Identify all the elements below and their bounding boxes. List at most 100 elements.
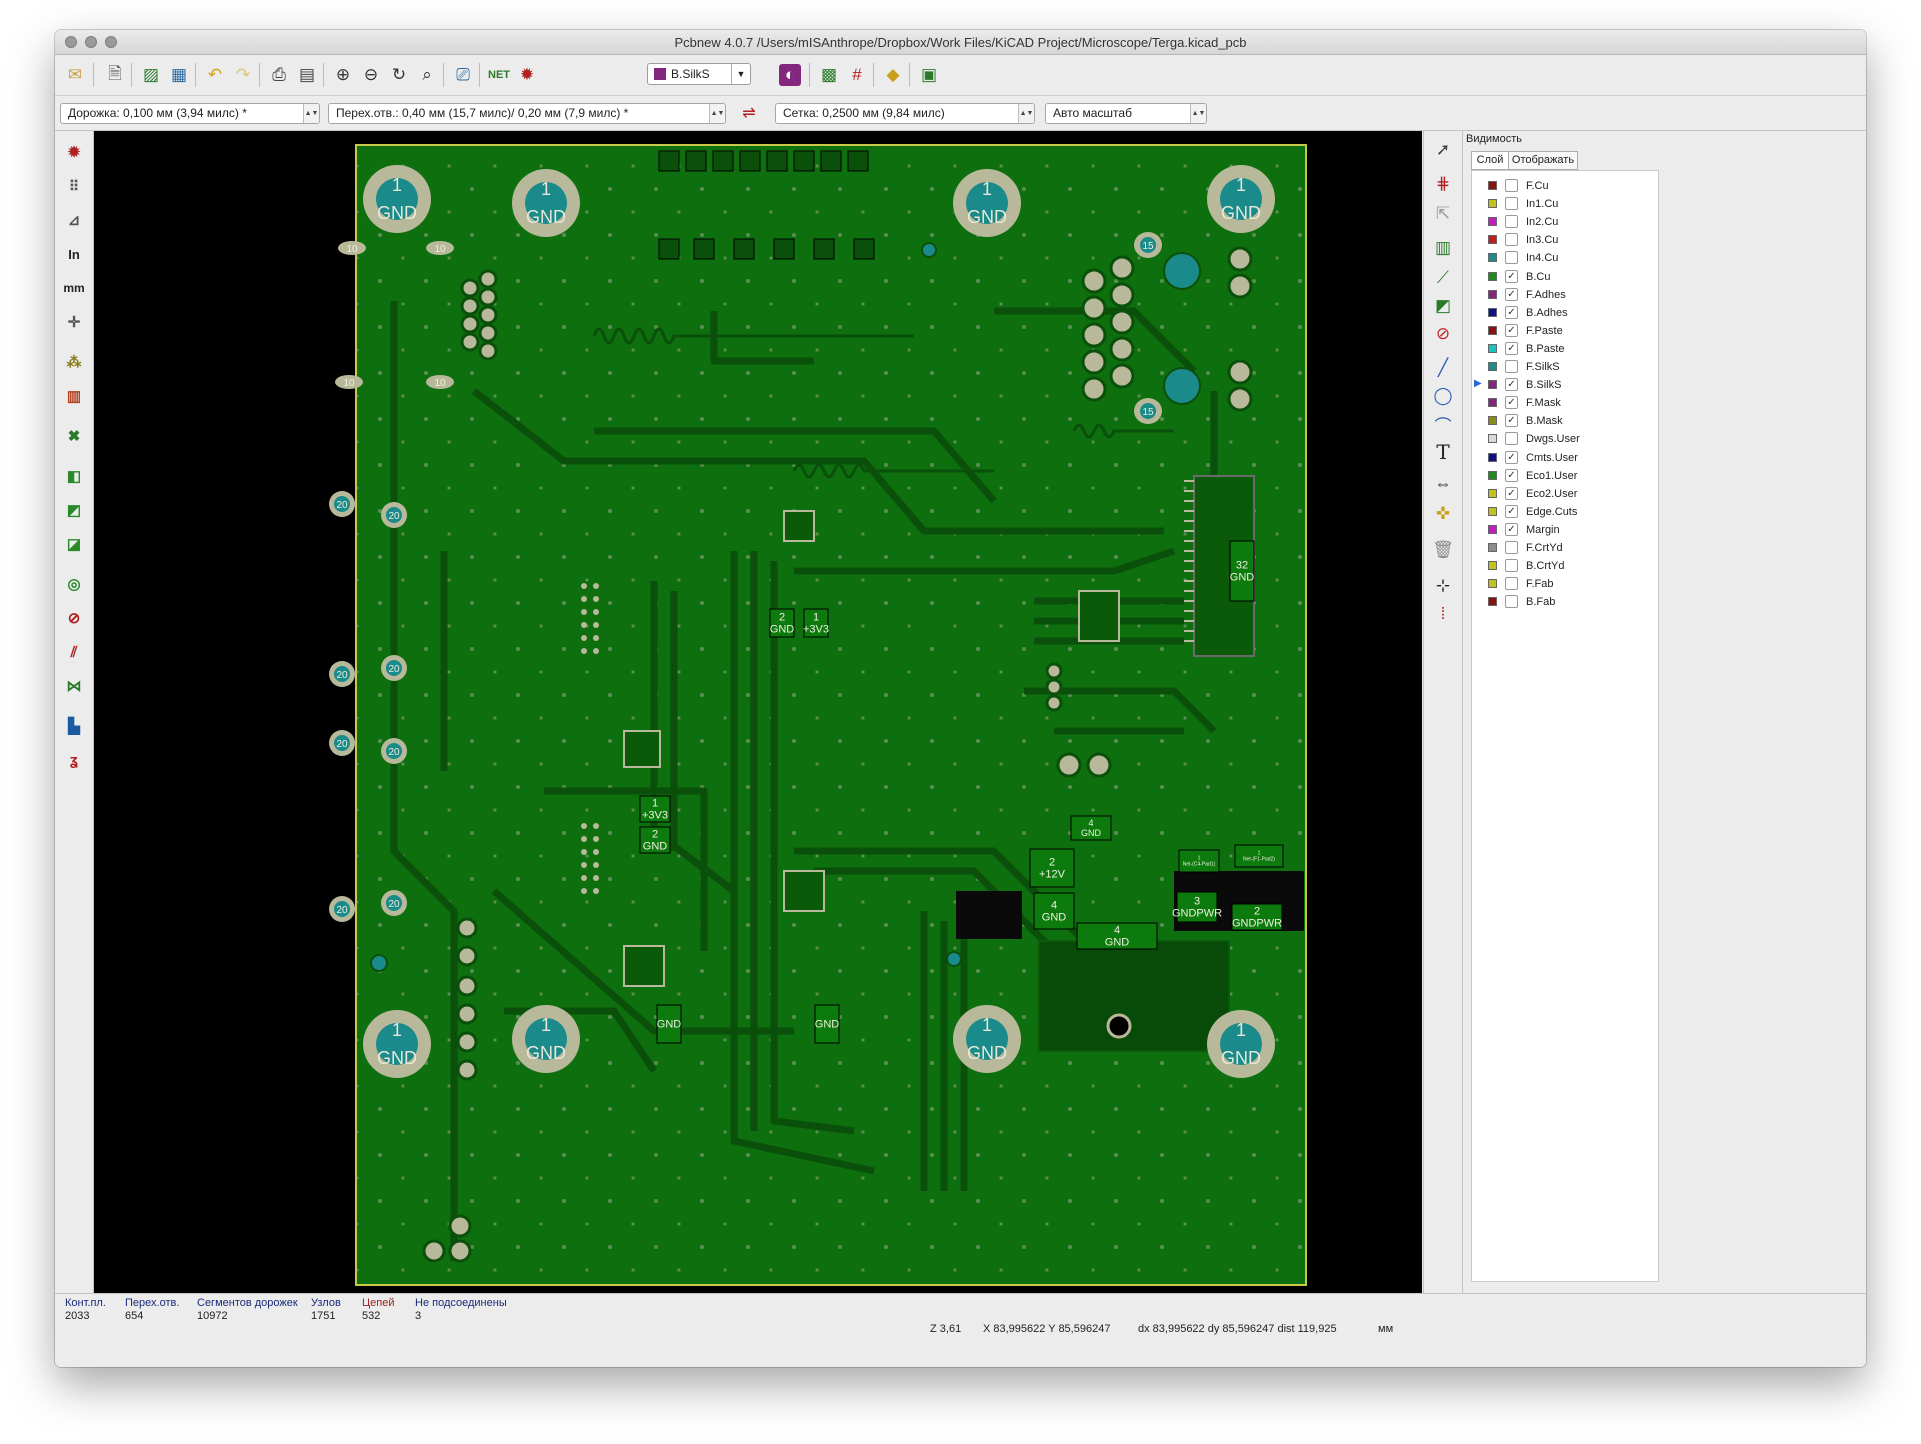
footprint-editor-icon[interactable]: ▩	[815, 61, 843, 89]
layer-color-swatch[interactable]	[1488, 416, 1497, 426]
layer-row[interactable]: In2.Cu	[1472, 213, 1658, 231]
layer-row[interactable]: F.Fab	[1472, 575, 1658, 593]
select-arrow-icon[interactable]: ➚	[1430, 137, 1456, 163]
grid-toggle-icon[interactable]: ⠿	[61, 173, 87, 199]
layer-color-swatch[interactable]	[1488, 289, 1497, 299]
layer-color-swatch[interactable]	[1488, 362, 1497, 371]
zone-sketch-icon[interactable]: ◪	[61, 531, 87, 557]
add-zone-icon[interactable]: ◩	[1430, 293, 1456, 319]
grid-origin-icon[interactable]: ⁞	[1430, 601, 1456, 627]
layer-visibility-checkbox[interactable]: ✓	[1505, 269, 1518, 283]
layer-visibility-checkbox[interactable]	[1505, 595, 1518, 609]
layer-color-swatch[interactable]	[1488, 452, 1497, 462]
layer-color-swatch[interactable]	[1488, 253, 1497, 263]
add-dimension-icon[interactable]: ⇔	[1430, 471, 1456, 497]
via-size-select[interactable]: Перех.отв.: 0,40 мм (15,7 милс)/ 0,20 мм…	[328, 103, 726, 124]
layer-row[interactable]: ▶ ✓ B.SilkS	[1472, 376, 1658, 394]
layer-visibility-checkbox[interactable]	[1505, 233, 1518, 247]
tab-layers[interactable]: Слой	[1471, 151, 1509, 170]
layer-row[interactable]: F.CrtYd	[1472, 539, 1658, 557]
board-setup-icon[interactable]: ✉	[61, 61, 89, 89]
layer-color-swatch[interactable]	[1488, 434, 1497, 444]
print-icon[interactable]: ⎙	[265, 61, 293, 89]
zone-fill-icon[interactable]: ◧	[61, 463, 87, 489]
track-width-select[interactable]: Дорожка: 0,100 мм (3,94 милс) * ▲▼	[60, 103, 320, 124]
add-footprint-icon[interactable]: ▥	[1430, 235, 1456, 261]
layer-visibility-checkbox[interactable]: ✓	[1505, 486, 1518, 500]
layer-visibility-checkbox[interactable]: ✓	[1505, 414, 1518, 428]
drc-off-icon[interactable]: ✹	[61, 139, 87, 165]
add-circle-icon[interactable]: ◯	[1430, 383, 1456, 409]
layer-row[interactable]: ✓ Eco1.User	[1472, 467, 1658, 485]
layer-row[interactable]: F.Cu	[1472, 177, 1658, 195]
local-ratsnest-icon[interactable]: ⇱	[1430, 201, 1456, 227]
layer-row[interactable]: In4.Cu	[1472, 249, 1658, 267]
layer-color-swatch[interactable]	[1488, 506, 1497, 516]
layer-row[interactable]: F.SilkS	[1472, 358, 1658, 376]
drc-icon[interactable]: ✹	[513, 61, 541, 89]
zoom-in-icon[interactable]: ⊕	[329, 61, 357, 89]
layer-color-swatch[interactable]	[1488, 235, 1497, 245]
layer-row[interactable]: B.CrtYd	[1472, 557, 1658, 575]
grid-select[interactable]: Сетка: 0,2500 мм (9,84 милс) ▲▼	[775, 103, 1035, 124]
layers-manager-icon[interactable]: ▙	[61, 713, 87, 739]
layer-color-swatch[interactable]	[1488, 597, 1497, 607]
layer-color-swatch[interactable]	[1488, 325, 1497, 335]
layer-visibility-checkbox[interactable]	[1505, 577, 1518, 591]
layer-color-swatch[interactable]	[1488, 181, 1497, 190]
layer-visibility-checkbox[interactable]	[1505, 559, 1518, 573]
layer-row[interactable]: B.Fab	[1472, 593, 1658, 611]
set-origin-icon[interactable]: ⊹	[1430, 573, 1456, 599]
show-ratsnest-icon[interactable]: ⁂	[61, 349, 87, 375]
layer-row[interactable]: ✓ Edge.Cuts	[1472, 503, 1658, 521]
layer-visibility-checkbox[interactable]: ✓	[1505, 341, 1518, 355]
layer-row[interactable]: ✓ B.Paste	[1472, 340, 1658, 358]
layer-color-swatch[interactable]	[1488, 579, 1497, 589]
layer-color-swatch[interactable]	[1488, 380, 1497, 390]
layer-visibility-checkbox[interactable]: ✓	[1505, 323, 1518, 337]
layer-row[interactable]: ✓ B.Adhes	[1472, 304, 1658, 322]
add-arc-icon[interactable]: ⌒	[1430, 411, 1456, 437]
layer-color-swatch[interactable]	[1488, 543, 1497, 552]
layer-visibility-checkbox[interactable]: ✓	[1505, 504, 1518, 518]
layer-visibility-checkbox[interactable]: ✓	[1505, 305, 1518, 319]
layer-visibility-checkbox[interactable]	[1505, 541, 1518, 554]
layer-row[interactable]: ✓ Eco2.User	[1472, 485, 1658, 503]
scripting-console-icon[interactable]: ▣	[915, 61, 943, 89]
layer-visibility-checkbox[interactable]: ✓	[1505, 378, 1518, 392]
module-ratsnest-icon[interactable]: ▥	[61, 383, 87, 409]
add-keepout-icon[interactable]: ⊘	[1430, 321, 1456, 347]
layer-color-swatch[interactable]	[1488, 271, 1497, 281]
layer-pair-icon[interactable]: ◐	[779, 64, 801, 86]
layer-color-swatch[interactable]	[1488, 217, 1497, 227]
route-icon[interactable]: ◆	[879, 61, 907, 89]
layer-color-swatch[interactable]	[1488, 470, 1497, 480]
tab-render[interactable]: Отображать	[1508, 151, 1578, 170]
layer-row[interactable]: ✓ B.Cu	[1472, 268, 1658, 286]
layer-color-swatch[interactable]	[1488, 398, 1497, 408]
layer-row[interactable]: Dwgs.User	[1472, 430, 1658, 448]
page-settings-icon[interactable]: 🗎	[101, 61, 129, 89]
layer-visibility-checkbox[interactable]	[1505, 215, 1518, 229]
autoplace-icon[interactable]: #	[843, 61, 871, 89]
layer-visibility-checkbox[interactable]: ✓	[1505, 287, 1518, 301]
layer-visibility-checkbox[interactable]	[1505, 179, 1518, 192]
layer-color-swatch[interactable]	[1488, 343, 1497, 353]
via-sketch-icon[interactable]: ⊘	[61, 605, 87, 631]
delete-icon[interactable]: 🗑	[1430, 537, 1456, 563]
undo-icon[interactable]: ↶	[201, 61, 229, 89]
microwave-toolbar-icon[interactable]: ʓ	[61, 747, 87, 773]
track-sketch-icon[interactable]: ⫽	[61, 639, 87, 665]
zone-outline-icon[interactable]: ◩	[61, 497, 87, 523]
redraw-icon[interactable]: ↻	[385, 61, 413, 89]
open-icon[interactable]: ▨	[137, 61, 165, 89]
zoom-select[interactable]: Авто масштаб ▲▼	[1045, 103, 1207, 124]
pad-sketch-icon[interactable]: ◎	[61, 571, 87, 597]
add-target-icon[interactable]: ✜	[1430, 501, 1456, 527]
add-text-icon[interactable]: T	[1430, 439, 1456, 465]
pcb-canvas[interactable]: 1 GND 1 GND 1 GND 1 GND 1 GND 1 GND 1 GND 1 GND …	[94, 131, 1422, 1293]
plot-icon[interactable]: ▤	[293, 61, 321, 89]
layer-color-swatch[interactable]	[1488, 488, 1497, 498]
layer-row[interactable]: ✓ F.Paste	[1472, 322, 1658, 340]
auto-track-width-icon[interactable]: ⇌	[735, 99, 763, 127]
